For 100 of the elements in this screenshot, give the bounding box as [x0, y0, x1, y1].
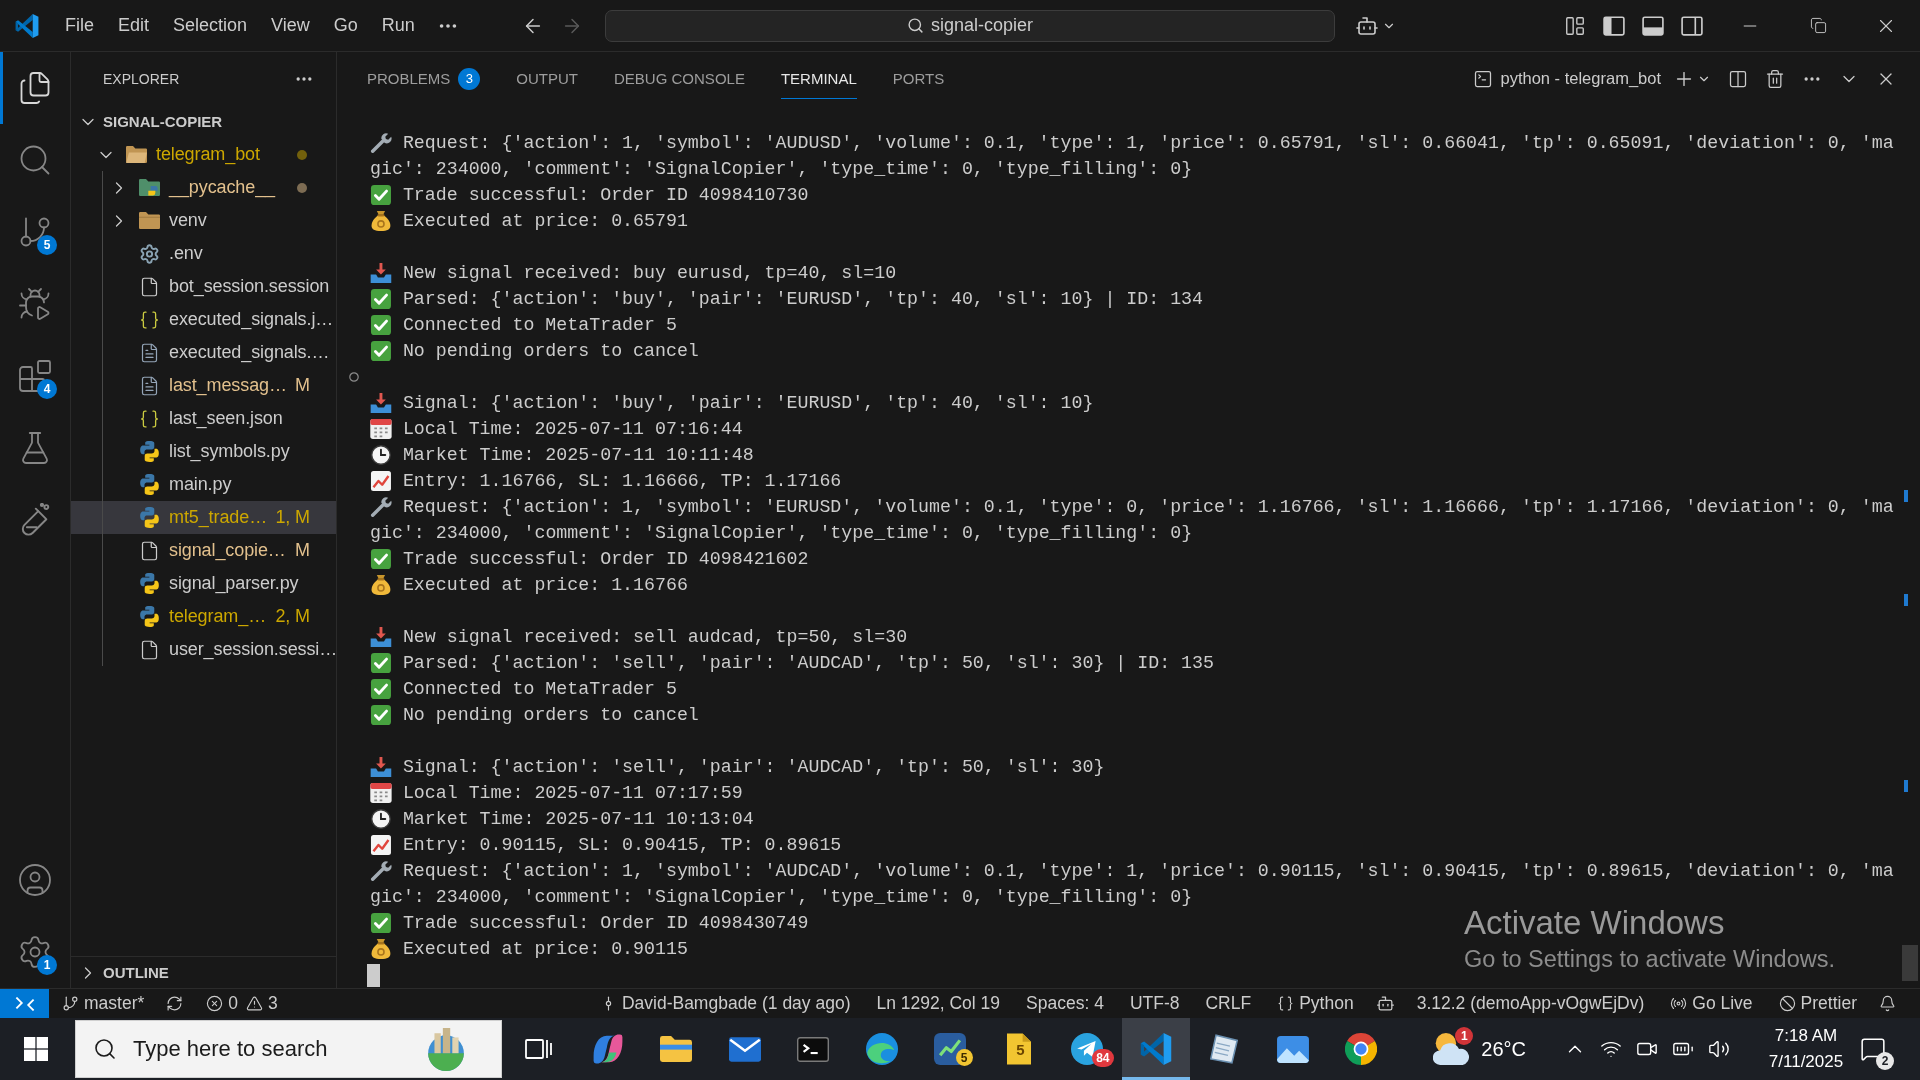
scrollbar[interactable] [1902, 490, 1918, 981]
menu-item[interactable]: File [53, 8, 106, 43]
explorer-item[interactable]: signal_copie… M [71, 534, 336, 567]
check-icon [370, 549, 392, 569]
explorer-item[interactable]: last_seen.json [71, 402, 336, 435]
clock-time[interactable]: 7:18 AM [1774, 1023, 1838, 1049]
explorer-item[interactable]: mt5_trade… 1, M [71, 501, 336, 534]
section-header[interactable]: SIGNAL-COPIER [71, 105, 336, 138]
remote-button[interactable] [0, 989, 49, 1018]
start-logo-icon[interactable] [24, 1037, 48, 1061]
menu-item[interactable]: Edit [106, 8, 162, 43]
explorer-item[interactable]: last_messag… M [71, 369, 336, 402]
menu-item[interactable]: Run [369, 8, 427, 43]
bell-icon[interactable] [1879, 995, 1896, 1012]
status-item[interactable]: Ln 1292, Col 19 [863, 989, 1014, 1018]
status-item[interactable]: 3.12.2 (demoApp-vOgwEjDv) [1403, 989, 1658, 1018]
check-icon [370, 913, 392, 933]
line-chart-icon [370, 835, 392, 855]
branch-button[interactable]: master* [49, 989, 158, 1018]
activity-tab[interactable]: 4 [0, 340, 70, 412]
activation-title: Activate Windows [1464, 903, 1725, 943]
go-live-button[interactable]: Go Live [1657, 989, 1766, 1018]
secondary-sidebar-icon[interactable] [1681, 15, 1703, 36]
terminal-output-line: Trade successful: Order ID 4098430749 [402, 912, 809, 935]
blame-button[interactable]: David-Bamgbade (1 day ago) [586, 989, 864, 1018]
layout-icon[interactable] [1564, 14, 1586, 37]
warnings-button[interactable]: 3 [242, 989, 291, 1018]
check-icon [370, 185, 392, 205]
sidebar-toggle-icon[interactable] [1603, 15, 1625, 36]
terminal-output-line: Parsed: {'action': 'sell', 'pair': 'AUDCAD', 'tp': 50, 'sl': 30} | ID: 135 [402, 652, 1214, 675]
search-icon [93, 1037, 117, 1061]
check-icon [370, 341, 392, 361]
taskbar-app[interactable]: 5 [916, 1018, 985, 1080]
taskbar-search-box[interactable]: Type here to search [75, 1020, 502, 1078]
explorer-item[interactable]: telegram_… 2, M [71, 600, 336, 633]
terminal-output-line: Market Time: 2025-07-11 10:11:48 [402, 444, 754, 467]
explorer-item[interactable]: main.py [71, 468, 336, 501]
speaker-icon[interactable] [1708, 1038, 1730, 1060]
taskbar-app[interactable]: 5 [984, 1018, 1053, 1080]
explorer-item[interactable]: executed_signals.j… [71, 303, 336, 336]
branch-icon [62, 995, 79, 1012]
terminal-output-line: Local Time: 2025-07-11 07:16:44 [402, 418, 743, 441]
errors-button[interactable]: 0 [192, 989, 243, 1018]
formatter-button[interactable]: Prettier [1765, 989, 1870, 1018]
document-icon [139, 638, 160, 661]
activity-tab[interactable]: 5 [0, 196, 70, 268]
trash-icon[interactable] [1765, 68, 1785, 89]
inbox-tray-icon [370, 263, 392, 283]
account-icon[interactable] [17, 862, 53, 898]
menu-item[interactable]: Go [321, 8, 370, 43]
restore-icon[interactable] [1809, 17, 1827, 34]
status-item[interactable]: UTF-8 [1116, 989, 1193, 1018]
search-field[interactable]: Type here to search [133, 1036, 397, 1062]
panel-tab[interactable]: PORTS [874, 58, 963, 99]
explorer-item[interactable]: telegram_bot [71, 138, 336, 171]
swirl-circle-icon [865, 1033, 898, 1065]
color-wheel-icon [1345, 1033, 1378, 1065]
temperature-text[interactable]: 26°C [1481, 1037, 1526, 1061]
explorer-item[interactable]: bot_session.session [71, 270, 336, 303]
sync-icon[interactable] [166, 995, 184, 1012]
panel-tab[interactable]: DEBUG CONSOLE [596, 58, 763, 99]
bot-icon[interactable] [1375, 994, 1395, 1013]
lined-document-icon [139, 374, 160, 397]
panel-tab[interactable]: TERMINAL [762, 58, 875, 99]
terminal-output-line: No pending orders to cancel [402, 340, 699, 363]
menu-item[interactable]: Selection [161, 8, 260, 43]
status-item[interactable]: Spaces: 4 [1013, 989, 1117, 1018]
taskbar-app[interactable]: 84 [1053, 1018, 1122, 1080]
swirl-icon [592, 1034, 623, 1064]
explorer-item[interactable]: __pycache__ [71, 171, 336, 204]
menu-item[interactable]: View [259, 8, 322, 43]
language-button[interactable]: Python [1264, 989, 1367, 1018]
panel-tab[interactable]: OUTPUT [498, 58, 597, 99]
terminal-output-line: Executed at price: 1.16766 [402, 574, 688, 597]
explorer-item[interactable]: signal_parser.py [71, 567, 336, 600]
check-icon [370, 653, 392, 673]
sidebar-title: EXPLORER [103, 70, 180, 87]
command-center[interactable]: signal-copier [605, 9, 1335, 42]
git-status-text: M [295, 540, 310, 561]
terminal-selector[interactable]: python - telegram_bot [1473, 68, 1661, 89]
panel-toggle-icon[interactable] [1642, 15, 1664, 36]
count-badge: 1 [37, 955, 57, 975]
folder-icon [126, 146, 147, 163]
count-badge: 84 [1092, 1049, 1114, 1067]
panel-tab[interactable]: PROBLEMS 3 [349, 58, 499, 99]
status-item[interactable]: CRLF [1192, 989, 1265, 1018]
python-icon [140, 474, 159, 495]
explorer-item[interactable]: list_symbols.py [71, 435, 336, 468]
money-bag-icon [370, 939, 392, 959]
split-icon[interactable] [1728, 68, 1748, 89]
clock-date[interactable]: 7/11/2025 [1768, 1049, 1844, 1075]
explorer-item[interactable]: executed_signals.… [71, 336, 336, 369]
logo-icon [14, 13, 39, 38]
terminal-output-line: Connected to MetaTrader 5 [402, 314, 677, 337]
explorer-item[interactable]: user_session.sessi… [71, 633, 336, 666]
money-bag-icon [370, 575, 392, 595]
broadcast-icon [1670, 995, 1688, 1012]
explorer-item[interactable]: .env [71, 237, 336, 270]
tilted-flask-icon [19, 503, 51, 537]
explorer-item[interactable]: venv [71, 204, 336, 237]
